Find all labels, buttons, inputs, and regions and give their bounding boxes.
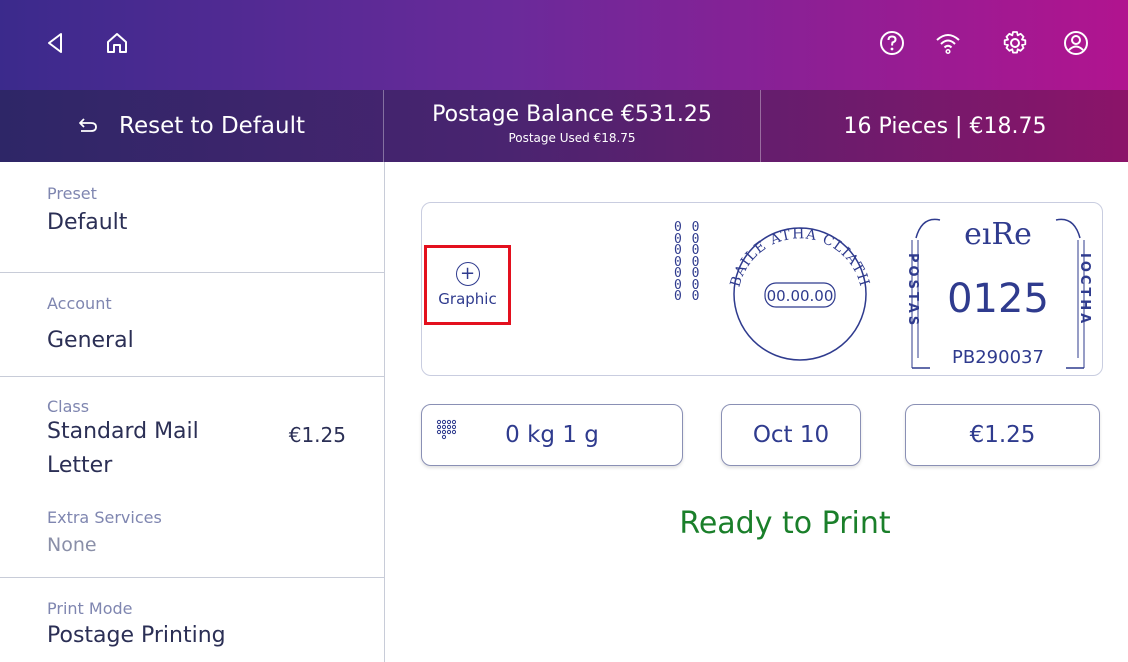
weight-value: 0 kg 1 g	[505, 422, 599, 448]
postas-text: POSTAS	[905, 253, 920, 328]
date-button[interactable]: Oct 10	[721, 404, 861, 466]
graphic-label: Graphic	[438, 290, 497, 308]
zeros-row: 0 0	[674, 289, 701, 304]
ready-status: Ready to Print	[679, 506, 891, 541]
extra-services-value: None	[47, 534, 97, 556]
postage-amount-value: €1.25	[969, 422, 1036, 448]
keypad-icon	[436, 419, 456, 440]
country-text: eıRe	[964, 217, 1032, 252]
account-label: Account	[47, 294, 112, 313]
add-graphic-button[interactable]: + Graphic	[424, 245, 511, 325]
weight-button[interactable]: 0 kg 1 g	[421, 404, 683, 466]
back-icon[interactable]	[40, 27, 72, 59]
pieces-counter[interactable]: 16 Pieces | €18.75	[762, 90, 1128, 162]
svg-text:BAILE ATHA CLIATH: BAILE ATHA CLIATH	[728, 226, 873, 289]
postmark-date: 00.00.00	[767, 287, 834, 305]
class-section[interactable]: Class Standard Mail Letter €1.25 Extra S…	[0, 376, 384, 578]
ioctha-text: IOCTHA	[1077, 253, 1092, 326]
class-value-line2: Letter	[47, 453, 113, 478]
account-icon[interactable]	[1060, 27, 1092, 59]
class-label: Class	[47, 397, 90, 416]
account-value: General	[47, 328, 134, 353]
class-value: Standard Mail	[47, 419, 199, 444]
print-mode-value: Postage Printing	[47, 623, 226, 648]
print-mode-section[interactable]: Print Mode Postage Printing	[0, 577, 384, 662]
extra-services-label: Extra Services	[47, 508, 162, 527]
reset-icon	[79, 118, 97, 132]
help-icon[interactable]	[876, 27, 908, 59]
add-icon: +	[455, 262, 480, 286]
amount-text: 0125	[947, 276, 1049, 322]
preset-value: Default	[47, 210, 128, 235]
reset-to-default-button[interactable]: Reset to Default	[0, 90, 382, 162]
used-label: Postage Used €18.75	[508, 131, 636, 145]
postage-amount-button[interactable]: €1.25	[905, 404, 1100, 466]
account-section[interactable]: Account General	[0, 272, 384, 377]
preset-label: Preset	[47, 184, 97, 203]
postmark-icon: BAILE ATHA CLIATH 00.00.00	[728, 226, 873, 361]
balance-label: Postage Balance €531.25	[432, 102, 712, 127]
class-price: €1.25	[288, 423, 346, 447]
meter-id: PB290037	[952, 347, 1044, 368]
settings-icon[interactable]	[999, 27, 1031, 59]
indicia-icon: eıRe 0125 PB290037 POSTAS IOCTHA	[905, 217, 1092, 369]
preset-section[interactable]: Preset Default	[0, 162, 384, 273]
wifi-icon[interactable]	[932, 27, 964, 59]
date-value: Oct 10	[752, 422, 830, 448]
home-icon[interactable]	[101, 27, 133, 59]
reset-label: Reset to Default	[119, 113, 305, 139]
divider	[760, 90, 761, 162]
zeros-column: 0 0 0 0 0 0 0 0 0 0 0 0 0 0	[674, 221, 704, 304]
postage-balance[interactable]: Postage Balance €531.25 Postage Used €18…	[384, 90, 760, 162]
postmark-text: BAILE ATHA CLIATH	[728, 226, 872, 289]
print-mode-label: Print Mode	[47, 599, 133, 618]
